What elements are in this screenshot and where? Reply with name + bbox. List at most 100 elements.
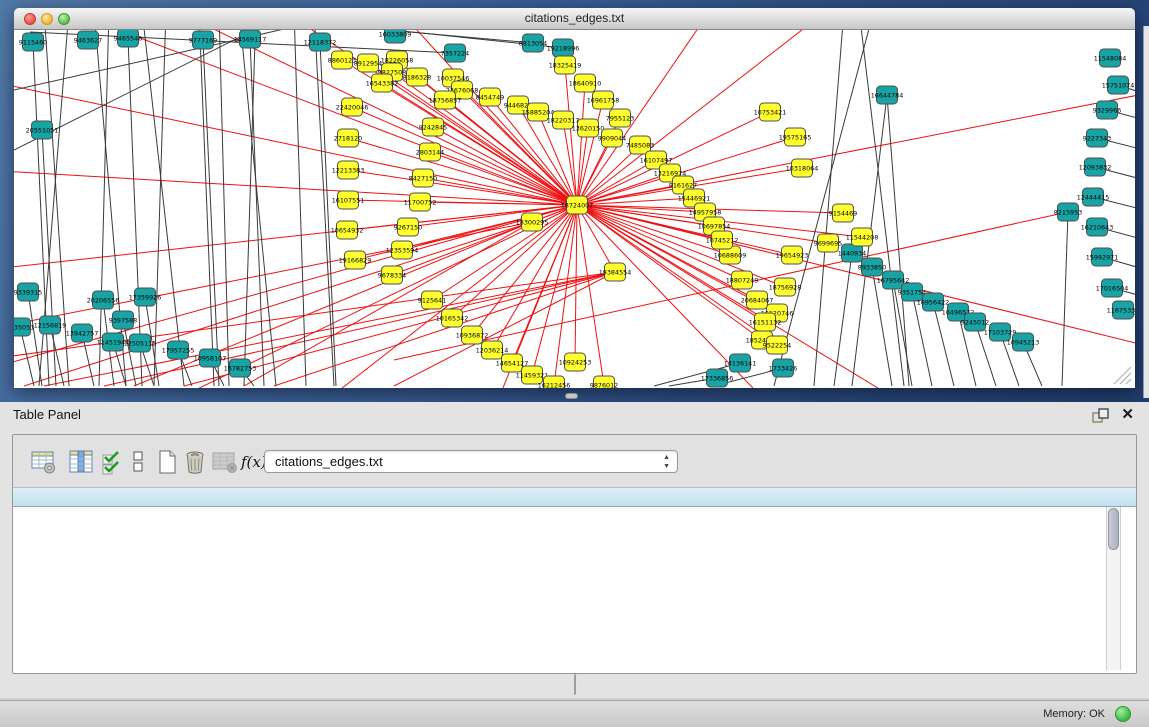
graph-node[interactable]: 9339315: [14, 283, 42, 301]
delete-table-icon[interactable]: [211, 449, 239, 475]
network-canvas[interactable]: 9115460 9463627 9465546 9777169 14569117 1211…: [14, 30, 1135, 388]
graph-node[interactable]: 17016504: [1096, 279, 1129, 297]
graph-edge[interactable]: [203, 40, 219, 386]
graph-node[interactable]: 14136141: [724, 354, 757, 372]
graph-node[interactable]: 12118372: [304, 33, 337, 51]
graph-node[interactable]: 9115460: [19, 33, 47, 51]
graph-node[interactable]: 19575165: [779, 128, 812, 146]
graph-node[interactable]: 8215953: [1054, 203, 1082, 221]
graph-node[interactable]: 8813054: [519, 34, 547, 52]
graph-node[interactable]: 8933850: [858, 258, 886, 276]
graph-edge[interactable]: [887, 95, 909, 386]
graph-node[interactable]: 9397588: [109, 311, 137, 329]
graph-edge[interactable]: [42, 130, 56, 386]
graph-node[interactable]: 8860123: [328, 51, 356, 69]
new-document-icon[interactable]: [153, 449, 181, 475]
graph-edge[interactable]: [577, 90, 1135, 205]
graph-node[interactable]: 19166829: [339, 251, 372, 269]
graph-node[interactable]: 7357224: [441, 44, 469, 62]
table-columns-icon[interactable]: [67, 449, 95, 475]
graph-node[interactable]: 9699695: [814, 234, 842, 252]
graph-edge[interactable]: [294, 30, 306, 386]
graph-node[interactable]: 20206556: [87, 291, 120, 309]
graph-edge[interactable]: [577, 83, 585, 205]
graph-edge[interactable]: [1062, 212, 1068, 386]
graph-node[interactable]: 15751074: [1102, 76, 1135, 94]
graph-node[interactable]: 16033809: [379, 30, 412, 43]
graph-node[interactable]: 18756928: [769, 278, 802, 296]
graph-node[interactable]: 16961758: [587, 91, 620, 109]
graph-edge[interactable]: [859, 30, 904, 386]
graph-edge[interactable]: [28, 292, 42, 386]
graph-edge[interactable]: [320, 42, 336, 386]
graph-node[interactable]: 9678334: [378, 266, 406, 284]
graph-edge[interactable]: [408, 205, 577, 227]
graph-node[interactable]: 10654932: [331, 221, 364, 239]
graph-node[interactable]: 9522254: [763, 336, 791, 354]
graph-node[interactable]: 9463627: [74, 31, 102, 49]
trash-icon[interactable]: [181, 449, 209, 475]
graph-node[interactable]: 9909044: [598, 129, 626, 147]
graph-edge[interactable]: [348, 138, 577, 205]
graph-edge[interactable]: [348, 170, 577, 205]
graph-node[interactable]: 2718120: [334, 129, 362, 147]
graph-node[interactable]: 1733426: [769, 359, 797, 377]
graph-node[interactable]: 9267150: [394, 218, 422, 236]
graph-node[interactable]: 9876012: [590, 376, 618, 388]
graph-node[interactable]: 9242845: [419, 118, 447, 136]
graph-edge[interactable]: [774, 30, 874, 386]
graph-node[interactable]: 10924253: [559, 353, 592, 371]
graph-node[interactable]: 20551051: [26, 121, 59, 139]
graph-node[interactable]: 9777169: [189, 31, 217, 49]
graph-node[interactable]: 14569117: [234, 30, 267, 48]
graph-edge[interactable]: [834, 253, 852, 386]
graph-node[interactable]: 15992971: [1086, 248, 1119, 266]
graph-edge[interactable]: [199, 30, 214, 386]
graph-node[interactable]: 8454749: [476, 88, 504, 106]
graph-node[interactable]: 8186328: [403, 68, 431, 86]
graph-node[interactable]: 19218996: [547, 39, 580, 57]
graph-node[interactable]: 22420046: [336, 98, 369, 116]
graph-node[interactable]: 11675338: [1107, 301, 1135, 319]
table-settings-icon[interactable]: [30, 449, 58, 475]
graph-node[interactable]: 16210643: [1081, 218, 1114, 236]
graph-edge[interactable]: [402, 205, 577, 250]
graph-node[interactable]: 10753421: [754, 103, 787, 121]
graph-node[interactable]: 9329966: [1093, 101, 1121, 119]
split-pane-divider-handle[interactable]: [565, 393, 578, 399]
rows-icon[interactable]: [129, 449, 147, 475]
graph-node[interactable]: 10958107: [194, 349, 227, 367]
graph-edge[interactable]: [314, 30, 334, 386]
graph-node[interactable]: 9125641: [418, 291, 446, 309]
graph-node[interactable]: 12093832: [1079, 158, 1112, 176]
graph-node[interactable]: 12353594: [386, 241, 419, 259]
graph-edge[interactable]: [219, 30, 229, 386]
graph-node[interactable]: 10318064: [786, 159, 819, 177]
graph-node[interactable]: 11544208: [846, 228, 879, 246]
graph-node[interactable]: 2803144: [416, 143, 444, 161]
table-scrollbar[interactable]: [1106, 507, 1121, 670]
network-window[interactable]: citations_edges.txt 91154609463627946554…: [14, 8, 1135, 388]
graph-node[interactable]: 12213383: [332, 161, 365, 179]
graph-node[interactable]: 16644784: [871, 86, 904, 104]
graph-node[interactable]: 16107551: [332, 191, 365, 209]
select-checklist-icon[interactable]: [101, 449, 123, 475]
graph-node[interactable]: 11548084: [1094, 49, 1127, 67]
close-panel-icon[interactable]: ✕: [1121, 405, 1134, 423]
graph-edge[interactable]: [575, 205, 577, 362]
graph-edge[interactable]: [239, 30, 276, 386]
table-selector-dropdown[interactable]: citations_edges.txt ▲▼: [264, 450, 678, 473]
graph-node[interactable]: 9227343: [1083, 129, 1111, 147]
graph-node[interactable]: 8427150: [409, 169, 437, 187]
float-panel-icon[interactable]: [1092, 408, 1109, 423]
graph-node[interactable]: 9465546: [114, 30, 142, 47]
graph-edge[interactable]: [250, 39, 264, 386]
minimize-window-button[interactable]: [41, 13, 53, 25]
memory-status-indicator[interactable]: [1115, 706, 1131, 722]
graph-node[interactable]: 9154469: [829, 204, 857, 222]
graph-edge[interactable]: [433, 127, 577, 205]
graph-node[interactable]: 11700752: [404, 193, 437, 211]
zoom-window-button[interactable]: [58, 13, 70, 25]
graph-node[interactable]: 7955123: [606, 109, 634, 127]
graph-node[interactable]: 12444415: [1077, 188, 1110, 206]
